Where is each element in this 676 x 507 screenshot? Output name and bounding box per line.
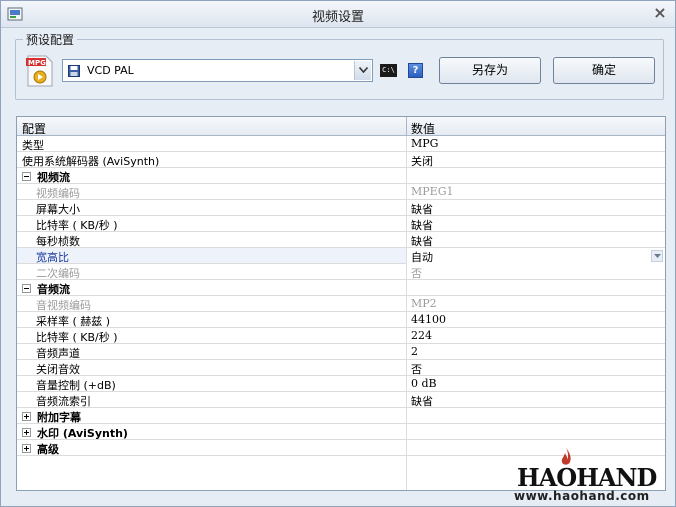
property-value[interactable]: 否 (406, 360, 665, 376)
property-row-sample-rate[interactable]: 采样率 ( 赫兹 ) 44100 (17, 312, 665, 328)
property-name: 类型 (22, 139, 44, 152)
help-button[interactable]: ? (408, 63, 423, 78)
property-value[interactable]: 关闭 (406, 152, 665, 168)
property-value[interactable]: 缺省 (406, 232, 665, 248)
property-row-screen-size[interactable]: 屏幕大小 缺省 (17, 200, 665, 216)
preset-select[interactable]: VCD PAL (62, 59, 373, 82)
property-row-volume[interactable]: 音量控制 (+dB) 0 dB (17, 376, 665, 392)
haohand-watermark: HAOHAND www.haohand.com (511, 447, 676, 507)
property-value-select[interactable]: 自动 (406, 248, 665, 264)
watermark-url: www.haohand.com (514, 489, 650, 503)
property-name: 视频编码 (36, 187, 80, 200)
property-value[interactable]: 224 (406, 328, 665, 344)
mpg-icon-label: MPG (28, 59, 46, 67)
chevron-down-icon (359, 67, 368, 73)
property-value[interactable]: 缺省 (406, 216, 665, 232)
watermark-logo: HAOHAND (517, 463, 657, 492)
floppy-icon (68, 65, 80, 77)
chevron-down-icon (654, 254, 661, 258)
property-name: 音量控制 (+dB) (36, 379, 116, 392)
grid-header: 配置 数值 (17, 117, 665, 136)
property-name: 音频流索引 (36, 395, 91, 408)
collapse-icon[interactable] (22, 284, 31, 293)
property-row-mute[interactable]: 关闭音效 否 (17, 360, 665, 376)
mpg-file-icon: MPG (26, 55, 53, 87)
group-video-stream[interactable]: 视频流 (17, 168, 665, 184)
property-value: 否 (406, 264, 665, 280)
property-row-system-decoder[interactable]: 使用系统解码器 (AviSynth) 关闭 (17, 152, 665, 168)
video-settings-window: 视频设置 × 预设配置 MPG VCD PAL C:\ ? 另存为 确定 配置 … (0, 0, 676, 507)
property-name: 音视频编码 (36, 299, 91, 312)
console-button[interactable]: C:\ (380, 64, 397, 77)
property-value: MP2 (406, 296, 665, 312)
property-grid[interactable]: 配置 数值 类型 MPG 使用系统解码器 (AviSynth) 关闭 视频流 视… (16, 116, 666, 491)
group-label: 音频流 (37, 283, 70, 296)
property-rows: 类型 MPG 使用系统解码器 (AviSynth) 关闭 视频流 视频编码 MP… (17, 136, 665, 456)
property-name: 每秒桢数 (36, 235, 80, 248)
property-row-type[interactable]: 类型 MPG (17, 136, 665, 152)
property-name: 比特率 ( KB/秒 ) (36, 219, 118, 232)
property-row-aspect-ratio[interactable]: 宽高比 自动 (17, 248, 665, 264)
property-row-frame-rate[interactable]: 每秒桢数 缺省 (17, 232, 665, 248)
property-row-two-pass: 二次编码 否 (17, 264, 665, 280)
property-value[interactable]: MPG (406, 136, 665, 152)
aspect-dropdown-button[interactable] (651, 250, 663, 262)
property-name: 二次编码 (36, 267, 80, 280)
window-title: 视频设置 (311, 10, 364, 25)
group-subtitles[interactable]: 附加字幕 (17, 408, 665, 424)
column-header-name[interactable]: 配置 (22, 120, 46, 137)
property-name: 宽高比 (36, 251, 69, 264)
preset-legend: 预设配置 (23, 31, 78, 48)
group-label: 附加字幕 (37, 411, 81, 424)
group-label: 视频流 (37, 171, 70, 184)
property-row-audio-stream-index[interactable]: 音频流索引 缺省 (17, 392, 665, 408)
property-name: 比特率 ( KB/秒 ) (36, 331, 118, 344)
preset-select-dropdown-button[interactable] (354, 61, 371, 80)
title-bar[interactable]: 视频设置 × (1, 1, 675, 28)
property-value[interactable]: 缺省 (406, 200, 665, 216)
property-value[interactable]: 0 dB (406, 376, 665, 392)
ok-button[interactable]: 确定 (553, 57, 655, 84)
property-value[interactable]: 2 (406, 344, 665, 360)
group-label: 高级 (37, 443, 59, 456)
property-name: 音频声道 (36, 347, 80, 360)
save-as-button[interactable]: 另存为 (439, 57, 541, 84)
property-value[interactable]: 44100 (406, 312, 665, 328)
property-value[interactable]: 缺省 (406, 392, 665, 408)
group-watermark[interactable]: 水印 (AviSynth) (17, 424, 665, 440)
property-row-video-bitrate[interactable]: 比特率 ( KB/秒 ) 缺省 (17, 216, 665, 232)
expand-icon[interactable] (22, 444, 31, 453)
property-row-audio-bitrate[interactable]: 比特率 ( KB/秒 ) 224 (17, 328, 665, 344)
property-row-audio-codec: 音视频编码 MP2 (17, 296, 665, 312)
property-name: 屏幕大小 (36, 203, 80, 216)
property-name: 使用系统解码器 (AviSynth) (22, 155, 160, 168)
property-name: 关闭音效 (36, 363, 80, 376)
column-header-value[interactable]: 数值 (406, 117, 665, 136)
expand-icon[interactable] (22, 412, 31, 421)
close-icon[interactable]: × (651, 4, 669, 22)
property-value: 自动 (411, 251, 433, 264)
property-name: 采样率 ( 赫兹 ) (36, 315, 111, 328)
property-row-audio-channels[interactable]: 音频声道 2 (17, 344, 665, 360)
expand-icon[interactable] (22, 428, 31, 437)
group-audio-stream[interactable]: 音频流 (17, 280, 665, 296)
property-value: MPEG1 (406, 184, 665, 200)
property-row-video-codec: 视频编码 MPEG1 (17, 184, 665, 200)
collapse-icon[interactable] (22, 172, 31, 181)
group-label: 水印 (AviSynth) (37, 427, 128, 440)
preset-select-value: VCD PAL (87, 64, 134, 77)
